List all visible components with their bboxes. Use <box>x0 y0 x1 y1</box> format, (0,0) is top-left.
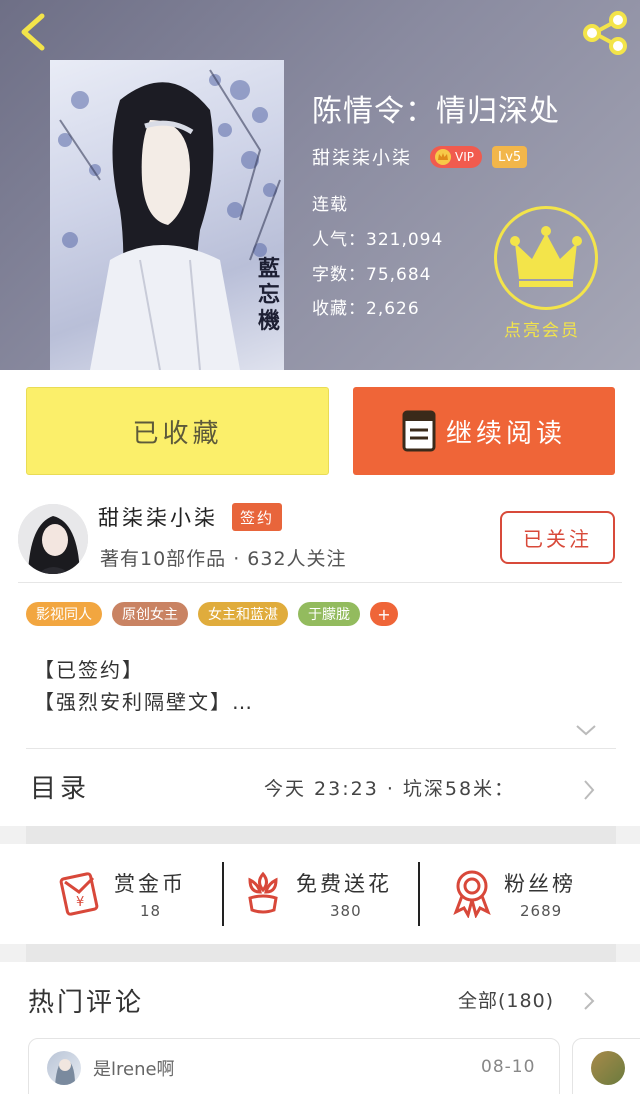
tag[interactable]: 原创女主 <box>112 602 188 626</box>
author-works-info: 著有10部作品 · 632人关注 <box>100 548 347 570</box>
signed-badge: 签约 <box>232 503 283 531</box>
tag[interactable]: 于朦胧 <box>298 602 360 626</box>
avatar-image <box>18 504 88 574</box>
book-cover[interactable]: 藍忘機 <box>50 60 284 370</box>
divider <box>418 862 420 926</box>
toc-label[interactable]: 目录 <box>30 768 90 805</box>
member-crown-button[interactable] <box>494 206 598 310</box>
book-detail-body: 已收藏 继续阅读 甜柒柒小柒 签约 著有10部作品 · 632人关注 已关注 影… <box>0 370 640 826</box>
avatar[interactable] <box>47 1051 81 1085</box>
cover-title-text: 藍忘機 <box>258 256 281 334</box>
cover-illustration <box>58 69 281 370</box>
more-tags-button[interactable]: + <box>370 602 398 626</box>
reward-label: 免费送花 <box>296 872 392 896</box>
chevron-right-icon[interactable] <box>582 990 596 1012</box>
vip-badge: VIP <box>430 146 482 168</box>
author-name[interactable]: 甜柒柒小柒 <box>98 502 218 532</box>
continue-reading-button[interactable]: 继续阅读 <box>353 387 615 475</box>
back-arrow-icon[interactable] <box>14 10 54 54</box>
hot-comments-section: 热门评论 全部(180) 是lrene啊 08-10 <box>0 962 640 1094</box>
reward-label: 粉丝榜 <box>504 872 576 896</box>
reward-count: 18 <box>140 902 162 920</box>
toc-update-info[interactable]: 今天 23:23 · 坑深58米： <box>264 774 515 801</box>
favorites-stat: 收藏：2,626 <box>312 299 420 319</box>
reward-coins-button[interactable]: ¥ 赏金币 18 <box>40 844 220 944</box>
comment-card[interactable]: 是lrene啊 08-10 <box>28 1038 560 1094</box>
reward-label: 赏金币 <box>114 872 186 896</box>
comment-date: 08-10 <box>481 1057 536 1077</box>
fan-ranking-button[interactable]: 粉丝榜 2689 <box>428 844 618 944</box>
book-icon <box>402 410 436 452</box>
section-gap <box>26 826 616 844</box>
divider <box>18 582 622 583</box>
serial-status: 连载 <box>312 195 348 215</box>
author-name[interactable]: 甜柒柒小柒 <box>312 144 412 170</box>
flower-icon <box>248 871 278 914</box>
tag[interactable]: 影视同人 <box>26 602 102 626</box>
chevron-down-icon[interactable] <box>574 722 598 738</box>
red-envelope-icon: ¥ <box>59 872 99 916</box>
section-gap <box>26 944 616 962</box>
follow-button[interactable]: 已关注 <box>500 511 615 564</box>
comment-card[interactable] <box>572 1038 640 1094</box>
rewards-row: ¥ 赏金币 18 免费送花 380 粉丝榜 2689 <box>0 844 640 944</box>
medal-icon <box>453 870 491 918</box>
tag[interactable]: 女主和蓝湛 <box>198 602 288 626</box>
book-header: 藍忘機 陈情令：情归深处 甜柒柒小柒 VIP Lv5 连载 人气：321,094… <box>0 0 640 370</box>
popularity-stat: 人气：321,094 <box>312 230 444 250</box>
crown-icon <box>435 149 451 165</box>
avatar-image <box>55 1059 75 1085</box>
share-icon[interactable] <box>580 10 630 56</box>
member-label[interactable]: 点亮会员 <box>504 316 580 341</box>
author-avatar[interactable] <box>18 504 88 574</box>
all-comments-link[interactable]: 全部(180) <box>458 986 554 1013</box>
word-count-stat: 字数：75,684 <box>312 265 432 285</box>
svg-text:¥: ¥ <box>76 895 84 910</box>
hot-comments-title: 热门评论 <box>28 988 145 1018</box>
comment-username[interactable]: 是lrene啊 <box>93 1055 175 1081</box>
favorited-button[interactable]: 已收藏 <box>26 387 329 475</box>
level-badge: Lv5 <box>491 146 528 168</box>
reward-count: 2689 <box>520 902 563 920</box>
book-title: 陈情令：情归深处 <box>312 94 560 129</box>
reward-count: 380 <box>330 902 362 920</box>
divider <box>222 862 224 926</box>
crown-icon <box>510 226 582 287</box>
avatar[interactable] <box>591 1051 625 1085</box>
description-line: 【强烈安利隔壁文】… <box>34 690 254 714</box>
chevron-right-icon[interactable] <box>582 778 596 802</box>
author-row: 甜柒柒小柒 VIP Lv5 <box>312 144 528 170</box>
description-line: 【已签约】 <box>34 658 144 682</box>
divider <box>26 748 616 749</box>
send-flowers-button[interactable]: 免费送花 380 <box>232 844 418 944</box>
tag-list: 影视同人 原创女主 女主和蓝湛 于朦胧 + <box>26 602 398 626</box>
